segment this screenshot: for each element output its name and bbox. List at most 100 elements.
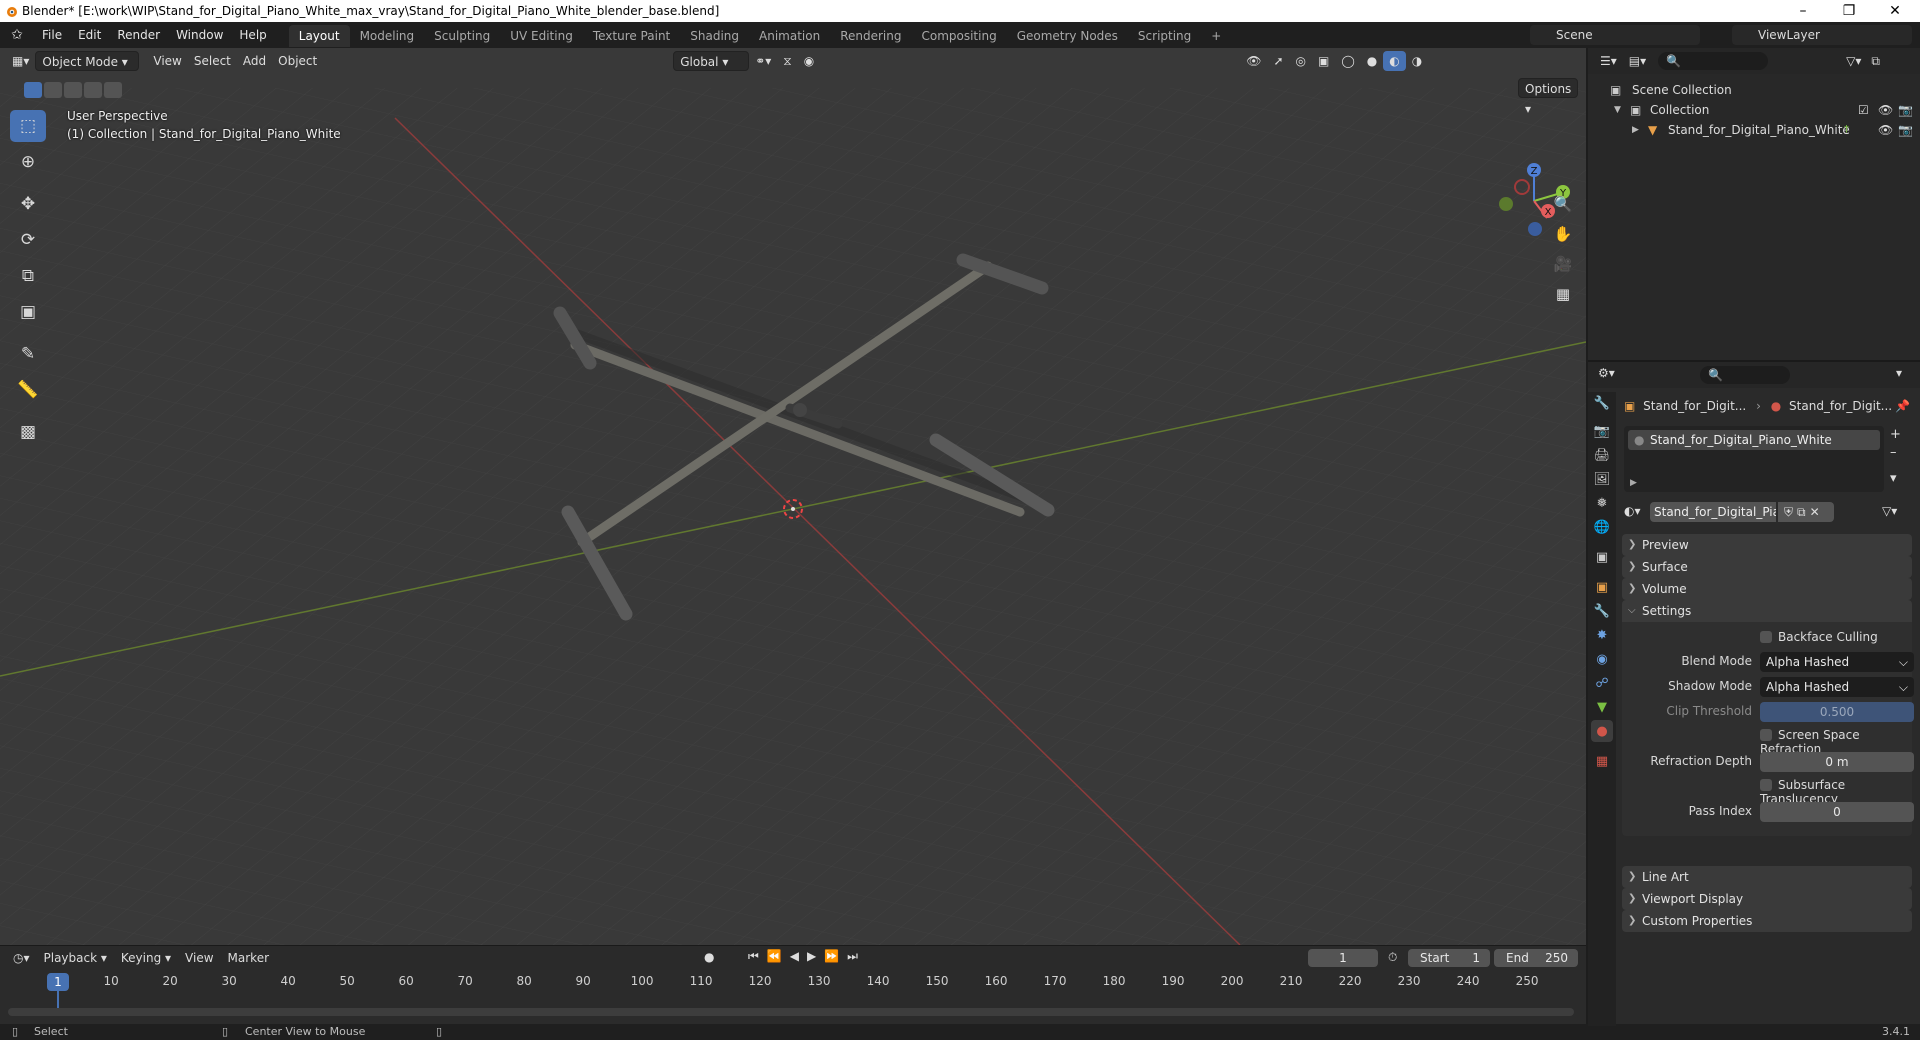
outliner-scene-collection[interactable]: ▣ Scene Collection [1588, 80, 1920, 100]
blender-menu-icon[interactable]: ✩ [0, 27, 34, 43]
texture-tab-icon[interactable]: ▦ [1591, 750, 1613, 772]
frame-ruler[interactable]: 10 20 30 40 50 60 70 80 90 100 110 120 130 140 150 160 1… [0, 974, 1586, 994]
slot-list-expand-icon[interactable]: ▶ [1630, 478, 1637, 488]
menu-playback[interactable]: Playback ▾ [37, 951, 114, 965]
camera-view-icon[interactable]: 🎥 [1550, 251, 1576, 277]
node-tree-icon[interactable]: ▽▾ [1882, 504, 1897, 518]
constraints-tab-icon[interactable]: ☍ [1591, 672, 1613, 694]
cursor-tool-icon[interactable]: ⊕ [10, 146, 46, 178]
tab-layout[interactable]: Layout [288, 25, 350, 47]
gizmo-neg-y-icon[interactable] [1499, 197, 1513, 211]
properties-editor-type-icon[interactable]: ⚙▾ [1598, 366, 1615, 380]
data-tab-icon[interactable]: ▼ [1591, 696, 1613, 718]
add-cube-tool-icon[interactable]: ▩ [10, 416, 46, 448]
menu-render[interactable]: Render [109, 22, 168, 48]
tab-animation[interactable]: Animation [749, 25, 830, 47]
material-name-field[interactable]: Stand_for_Digital_Piano_W... [1650, 502, 1776, 522]
add-slot-icon[interactable]: + [1890, 426, 1901, 444]
output-tab-icon[interactable]: 🖨 [1591, 444, 1613, 466]
outliner-collection[interactable]: ▼ ▣ Collection ☑ 👁 📷 [1588, 100, 1920, 120]
transform-tool-icon[interactable]: ▣ [10, 296, 46, 328]
view-layer-tab-icon[interactable]: 🖼 [1591, 468, 1613, 490]
pin-icon[interactable]: 📌 [1895, 396, 1910, 416]
record-icon[interactable]: ● [704, 950, 714, 964]
slot-specials-icon[interactable]: ▾ [1890, 470, 1901, 488]
restore-button[interactable]: ❐ [1826, 0, 1872, 22]
menu-view[interactable]: View [147, 51, 187, 71]
orthographic-toggle-icon[interactable]: ▦ [1550, 281, 1576, 307]
editor-type-icon[interactable]: ▦▾ [6, 51, 35, 71]
measure-tool-icon[interactable]: 📏 [10, 374, 46, 406]
tab-rendering[interactable]: Rendering [830, 25, 911, 47]
add-workspace-button[interactable]: + [1201, 25, 1231, 47]
panel-custom-properties[interactable]: ❯ Custom Properties [1622, 910, 1912, 932]
xray-icon[interactable]: ▣ [1312, 51, 1335, 71]
material-slot-item[interactable]: ● Stand_for_Digital_Piano_White [1628, 430, 1880, 450]
scale-tool-icon[interactable]: ⧉ [10, 260, 46, 292]
unlink-material-icon[interactable]: ✕ [1810, 505, 1824, 519]
timeline-editor[interactable]: ◷▾ Playback ▾ Keying ▾ View Marker ● ⏮⏪◀… [0, 945, 1586, 1024]
end-frame-field[interactable]: End 250 [1494, 949, 1578, 967]
options-button[interactable]: Options ▾ [1518, 78, 1578, 116]
tab-uv-editing[interactable]: UV Editing [500, 25, 583, 47]
refraction-depth-field[interactable]: 0 m [1760, 752, 1914, 772]
panel-settings[interactable]: ⌵ Settings [1622, 600, 1912, 622]
shadow-mode-select[interactable]: Alpha Hashed ⌵ [1760, 677, 1914, 697]
scene-selector[interactable]: Scene [1530, 25, 1700, 45]
scene-tab-icon[interactable]: ❅ [1591, 492, 1613, 514]
close-window-button[interactable]: ✕ [1872, 0, 1918, 22]
shading-rendered-icon[interactable]: ◑ [1406, 51, 1428, 71]
material-slot-list[interactable]: ● Stand_for_Digital_Piano_White ▶ [1624, 426, 1884, 492]
select-invert-icon[interactable] [84, 82, 102, 98]
modifier-tab-icon[interactable]: 🔧 [1591, 600, 1613, 622]
render-tab-icon[interactable]: 📷 [1591, 420, 1613, 442]
panel-volume[interactable]: ❯ Volume [1622, 578, 1912, 600]
object-tab-icon[interactable]: ▣ [1591, 576, 1613, 598]
outliner-search-input[interactable]: 🔍 [1658, 52, 1769, 70]
pass-index-field[interactable]: 0 [1760, 802, 1914, 822]
subsurface-translucency-checkbox[interactable] [1760, 779, 1772, 791]
move-tool-icon[interactable]: ✥ [10, 188, 46, 220]
remove-slot-icon[interactable]: – [1890, 444, 1901, 462]
snap-icon[interactable]: ⧖ [777, 51, 797, 71]
shading-material-icon[interactable]: ◐ [1383, 51, 1406, 71]
select-intersect-icon[interactable] [104, 82, 122, 98]
stopwatch-icon[interactable]: ⏱ [1388, 950, 1397, 965]
view-layer-selector[interactable]: ViewLayer [1732, 25, 1912, 45]
clip-threshold-slider[interactable]: 0.500 [1760, 702, 1914, 722]
fake-user-icon[interactable]: ⛨ [1784, 505, 1797, 519]
physics-tab-icon[interactable]: ◉ [1591, 648, 1613, 670]
menu-edit[interactable]: Edit [70, 22, 109, 48]
object-expand-icon[interactable]: ▶ [1632, 120, 1639, 140]
playback-controls[interactable]: ⏮⏪◀▶⏩⏭ [748, 949, 866, 964]
collection-visibility-icon[interactable]: 👁 [1878, 100, 1893, 120]
zoom-icon[interactable]: 🔍 [1550, 191, 1576, 217]
playhead-frame-indicator[interactable]: 1 [47, 973, 69, 991]
object-visibility-icon[interactable]: 👁 [1878, 120, 1893, 140]
mode-selector[interactable]: Object Mode ▾ [35, 51, 140, 71]
panel-viewport-display[interactable]: ❯ Viewport Display [1622, 888, 1912, 910]
timeline-scrollbar[interactable] [8, 1008, 1574, 1016]
3d-viewport[interactable]: Z Y X ▦▾ Object Mode ▾ View Select Add O… [0, 48, 1586, 945]
browse-material-icon[interactable]: ◐▾ [1624, 504, 1641, 518]
menu-add[interactable]: Add [237, 51, 272, 71]
properties-editor[interactable]: ⚙▾ 🔍 ▾ 🔧 📷 🖨 🖼 ❅ 🌐 ▣ ▣ 🔧 ✸ ◉ ☍ ▼ ● ▦ ▣ S… [1588, 360, 1920, 1026]
collection-render-icon[interactable]: 📷 [1898, 100, 1913, 120]
select-subtract-icon[interactable] [64, 82, 82, 98]
object-render-icon[interactable]: 📷 [1898, 120, 1913, 140]
screen-space-refraction-checkbox[interactable] [1760, 729, 1772, 741]
collection-tab-icon[interactable]: ▣ [1591, 546, 1613, 568]
backface-culling-checkbox[interactable] [1760, 631, 1772, 643]
menu-select[interactable]: Select [188, 51, 237, 71]
tool-tab-icon[interactable]: 🔧 [1591, 392, 1613, 414]
timeline-editor-type-icon[interactable]: ◷▾ [6, 951, 37, 965]
menu-help[interactable]: Help [231, 22, 274, 48]
menu-object[interactable]: Object [272, 51, 323, 71]
pan-hand-icon[interactable]: ✋ [1550, 221, 1576, 247]
select-extend-icon[interactable] [44, 82, 62, 98]
visibility-icon[interactable]: 👁 [1240, 51, 1267, 71]
panel-preview[interactable]: ❯ Preview [1622, 534, 1912, 556]
tab-shading[interactable]: Shading [680, 25, 749, 47]
tab-scripting[interactable]: Scripting [1128, 25, 1201, 47]
gizmo-neg-z-icon[interactable] [1528, 222, 1542, 236]
